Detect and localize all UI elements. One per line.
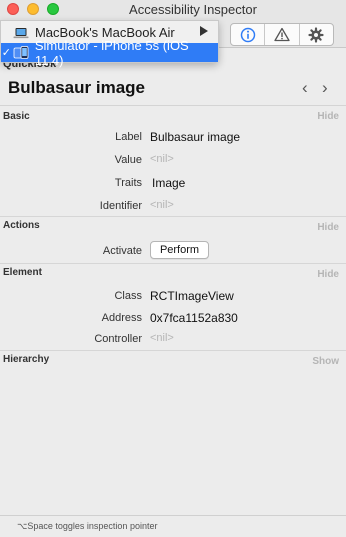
audit-tab[interactable]: [265, 24, 300, 45]
inspection-pointer-hint: ⌥Space toggles inspection pointer: [17, 521, 158, 531]
value-field-value[interactable]: <nil>: [150, 153, 174, 165]
footer-divider: [0, 515, 346, 516]
actions-section-header: Actions Hide: [0, 217, 346, 235]
menu-item-label: Simulator - iPhone 5s (iOS 11.4): [34, 37, 189, 68]
controller-field-label: Controller: [94, 333, 142, 345]
section-title: Hierarchy: [3, 354, 50, 365]
basic-hide-toggle[interactable]: Hide: [317, 111, 339, 122]
previous-element-button[interactable]: ‹: [302, 79, 308, 96]
settings-icon: [308, 26, 324, 43]
label-field-label: Label: [115, 131, 142, 143]
quicklook-header: Bulbasaur image ‹ ›: [0, 70, 346, 106]
window-title: Accessibility Inspector: [129, 2, 257, 17]
laptop-icon: [13, 27, 29, 39]
simulator-icon: [13, 45, 29, 60]
section-title: Element: [3, 267, 42, 278]
tool-segmented-control: [230, 23, 334, 46]
value-field-label: Value: [114, 154, 142, 166]
element-section-header: Element Hide: [0, 264, 346, 282]
basic-section-header: Basic Hide: [0, 108, 346, 126]
inspection-tab[interactable]: [231, 24, 266, 45]
submenu-arrow-icon: [200, 26, 208, 36]
section-title: Actions: [3, 220, 40, 231]
element-hide-toggle[interactable]: Hide: [317, 269, 339, 280]
audit-icon: [274, 27, 290, 42]
perform-button[interactable]: Perform: [150, 241, 209, 259]
next-element-button[interactable]: ›: [322, 79, 328, 96]
section-title: Basic: [3, 111, 30, 122]
controller-field-value[interactable]: <nil>: [150, 332, 174, 344]
label-field-value[interactable]: Bulbasaur image: [150, 130, 240, 144]
address-field-label: Address: [101, 312, 142, 324]
traits-field-value[interactable]: Image: [152, 176, 185, 190]
class-field-value[interactable]: RCTImageView: [150, 289, 234, 303]
activate-label: Activate: [102, 245, 142, 257]
inspection-icon: [240, 27, 255, 42]
address-field-value[interactable]: 0x7fca1152a830: [150, 311, 238, 325]
actions-hide-toggle[interactable]: Hide: [317, 222, 339, 233]
target-chooser-menu: MacBook's MacBook Air ✓ Simulator - iPho…: [0, 20, 219, 68]
menu-item-simulator[interactable]: ✓ Simulator - iPhone 5s (iOS 11.4): [1, 38, 218, 68]
identifier-field-value[interactable]: <nil>: [150, 199, 174, 211]
traits-field-label: Traits: [114, 177, 142, 189]
hierarchy-show-toggle[interactable]: Show: [312, 356, 339, 367]
hierarchy-section-header: Hierarchy Show: [0, 351, 346, 369]
element-title: Bulbasaur image: [8, 78, 145, 97]
class-field-label: Class: [114, 290, 142, 302]
title-bar: Accessibility Inspector: [0, 0, 346, 20]
checkmark-icon: ✓: [1, 47, 12, 59]
identifier-field-label: Identifier: [99, 200, 142, 212]
settings-tab[interactable]: [300, 24, 333, 45]
